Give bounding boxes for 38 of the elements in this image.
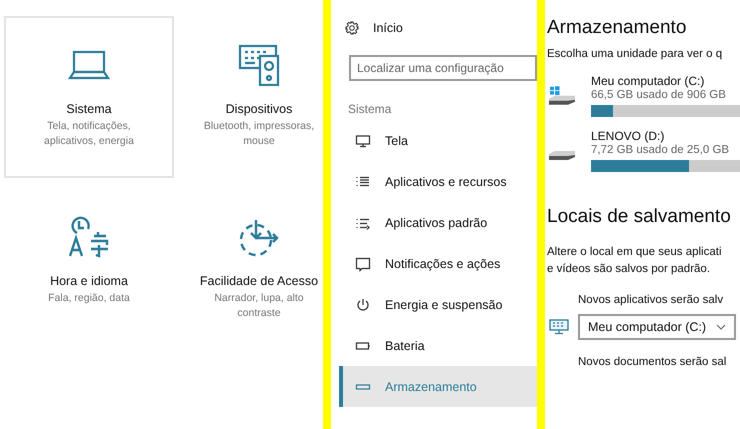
description-text: Escolha uma unidade para ver o q [547, 48, 724, 60]
drive-item[interactable]: LENOVO (D:) 7,72 GB usado de 25,0 GB [547, 129, 740, 172]
nav-item[interactable]: Armazenamento [339, 366, 537, 407]
monitor-icon [355, 132, 371, 148]
drive-dropdown[interactable]: Meu computador (C:) [578, 314, 736, 340]
drive-name: Meu computador (C:) [591, 74, 706, 88]
description-text: e vídeos são salvos por padrão. [547, 262, 712, 277]
keyboard-speaker-icon [238, 44, 280, 86]
search-field[interactable]: Localizar uma configuração [349, 55, 537, 81]
clock-character-icon [68, 216, 110, 258]
description-text: Altere o local em que seus aplicati [547, 245, 723, 260]
category-description: Bluetooth, impressoras, mouse [202, 119, 316, 149]
category-title: Dispositivos [226, 102, 292, 116]
windows-drive-icon [549, 86, 576, 105]
category-description: Narrador, lupa, alto contraste [213, 291, 305, 321]
home-link[interactable]: Início [345, 20, 537, 36]
chevron-down-icon [716, 324, 726, 330]
power-icon [355, 296, 371, 312]
drive-name: LENOVO (D:) [591, 129, 666, 143]
page-title: Armazenamento [547, 17, 688, 39]
category-tile[interactable]: Hora e idioma Fala, região, data [4, 188, 174, 350]
category-title: Hora e idioma [50, 274, 128, 288]
setting-label: Novos documentos serão sal [578, 356, 728, 368]
category-description: Fala, região, data [47, 291, 131, 306]
settings-icon [345, 21, 359, 35]
category-description: Tela, notificações, aplicativos, energia [43, 119, 135, 149]
setting-label: Novos aplicativos serão salv [578, 294, 724, 306]
drive-usage: 7,72 GB usado de 25,0 GB [591, 144, 730, 156]
speech-bubble-icon [355, 256, 371, 272]
category-tile[interactable]: Sistema Tela, notificações, aplicativos, energia [4, 16, 174, 178]
drive-item[interactable]: Meu computador (C:) 66,5 GB usado de 906 GB [547, 74, 740, 117]
section-heading: Sistema [348, 102, 392, 118]
category-title: Facilidade de Acesso [200, 274, 318, 288]
category-title: Sistema [66, 102, 112, 116]
drive-icon [549, 151, 576, 160]
section-title: Locais de salvamento [547, 206, 732, 228]
drive-usage: 66,5 GB usado de 906 GB [591, 89, 727, 101]
monitor-icon [549, 319, 569, 335]
